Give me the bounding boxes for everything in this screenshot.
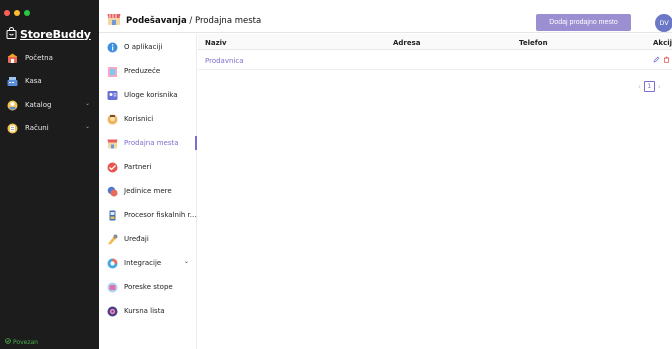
app-name: StoreBuddy [20,27,91,41]
settings-item-label: O aplikaciji [124,43,163,51]
connected-icon [5,338,11,346]
sidebar-item-label: Kasa [25,77,42,85]
devices-icon [107,234,118,245]
settings-item-label: Partneri [124,163,152,171]
store-name-link[interactable]: Prodavnica [205,57,244,65]
settings-item-poreske-stope[interactable]: Poreske stope [99,280,197,294]
column-header-adresa[interactable]: Adresa [393,39,421,47]
chevron-down-icon[interactable]: ⌄ [85,123,90,130]
breadcrumb-separator: / [186,16,195,26]
page-number-button[interactable]: 1 [643,81,655,92]
settings-item-label: Prodajna mesta [124,139,179,147]
partners-icon [107,162,118,173]
pagination: ‹ 1 › [638,81,661,92]
settings-item-label: Uloge korisnika [124,91,178,99]
table-header: Naziv Adresa Telefon Akcije [198,34,672,50]
tax-icon [107,282,118,293]
settings-item-preduzece[interactable]: Preduzeće [99,64,197,78]
settings-item-integracije[interactable]: Integracije ⌄ [99,256,197,270]
column-header-naziv[interactable]: Naziv [205,39,227,47]
app-sidebar: StoreBuddy Početna Kasa Katalog ⌄ Računi… [0,0,99,349]
settings-item-label: Preduzeće [124,67,161,75]
info-icon [107,42,118,53]
users-icon [107,114,118,125]
catalog-icon [7,100,18,111]
register-icon [7,76,18,87]
page-header: Podešavanja / Prodajna mesta Dodaj proda… [99,0,672,33]
sidebar-item-racuni[interactable]: Računi ⌄ [7,121,95,135]
settings-item-uredjaji[interactable]: Uređaji [99,232,197,246]
settings-item-kursna-lista[interactable]: Kursna lista [99,304,197,318]
stores-table: Naziv Adresa Telefon Akcije Prodavnica ‹… [198,34,672,349]
settings-item-procesor-fiskalnih[interactable]: Procesor fiskalnih r... [99,208,197,222]
minimize-window-button[interactable] [14,10,20,16]
sidebar-item-kasa[interactable]: Kasa [7,74,95,88]
connection-status-label: Povezan [13,338,38,346]
roles-icon [107,90,118,101]
next-page-button[interactable]: › [658,83,661,91]
delete-icon[interactable] [663,56,670,63]
settings-item-prodajna-mesta[interactable]: Prodajna mesta [99,136,197,150]
settings-item-label: Jedinice mere [124,187,172,195]
sidebar-item-katalog[interactable]: Katalog ⌄ [7,98,95,112]
column-header-telefon[interactable]: Telefon [519,39,548,47]
window-controls [4,10,30,16]
settings-item-label: Integracije [124,259,162,267]
settings-item-label: Kursna lista [124,307,165,315]
maximize-window-button[interactable] [24,10,30,16]
company-icon [107,66,118,77]
edit-icon[interactable] [653,56,660,63]
receipt-icon [7,123,18,134]
units-icon [107,186,118,197]
chevron-down-icon[interactable]: ⌄ [184,258,189,265]
settings-item-o-aplikaciji[interactable]: O aplikaciji [99,40,197,54]
integrations-icon [107,258,118,269]
table-row[interactable]: Prodavnica [198,50,672,70]
settings-item-label: Procesor fiskalnih r... [124,211,197,219]
exchange-icon [107,306,118,317]
chevron-down-icon[interactable]: ⌄ [85,100,90,107]
shopping-bag-icon [6,27,17,41]
settings-item-korisnici[interactable]: Korisnici [99,112,197,126]
breadcrumb: Podešavanja / Prodajna mesta [126,16,261,26]
store-icon [107,138,118,149]
sidebar-item-pocetna[interactable]: Početna [7,51,95,65]
sidebar-item-label: Početna [25,54,53,62]
sidebar-item-label: Računi [25,124,49,132]
settings-nav: O aplikaciji Preduzeće Uloge korisnika K… [99,34,197,349]
page-title: Prodajna mesta [194,16,262,26]
settings-item-jedinice-mere[interactable]: Jedinice mere [99,184,197,198]
add-store-button[interactable]: Dodaj prodajno mesto [536,14,631,31]
column-header-akcije: Akcije [653,39,672,47]
settings-item-partneri[interactable]: Partneri [99,160,197,174]
settings-item-label: Uređaji [124,235,149,243]
previous-page-button[interactable]: ‹ [638,83,641,91]
avatar[interactable]: DV [655,14,672,32]
store-icon [107,12,121,28]
settings-item-label: Poreske stope [124,283,173,291]
settings-item-label: Korisnici [124,115,154,123]
settings-item-uloge-korisnika[interactable]: Uloge korisnika [99,88,197,102]
app-logo[interactable]: StoreBuddy [6,27,91,41]
fiscal-processor-icon [107,210,118,221]
home-icon [7,53,18,64]
connection-status: Povezan [5,338,38,346]
sidebar-item-label: Katalog [25,101,52,109]
breadcrumb-section[interactable]: Podešavanja [126,16,187,26]
close-window-button[interactable] [4,10,10,16]
